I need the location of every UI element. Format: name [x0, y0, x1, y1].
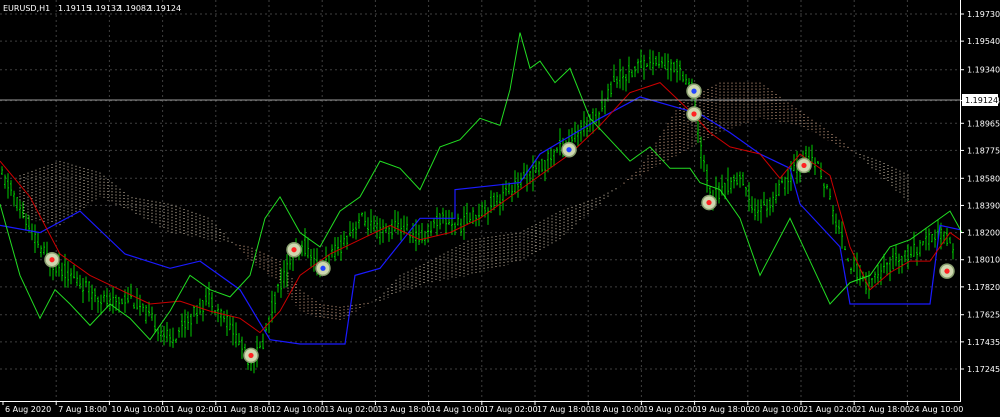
y-tick-label: 1.18010 — [967, 256, 1000, 265]
x-tick-label: 11 Aug 02:00 — [165, 405, 219, 414]
y-tick-label: 1.19340 — [967, 66, 1000, 75]
y-tick-label: 1.18390 — [967, 201, 1000, 210]
sell-signal-dot — [944, 268, 950, 274]
close-value: 1.19124 — [148, 4, 181, 13]
buy-signal-dot — [320, 265, 326, 271]
header-quote: EURUSD,H1 1.19115 1.19132 1.19082 1.1912… — [3, 4, 181, 13]
x-tick-label: 19 Aug 18:00 — [697, 405, 751, 414]
x-tick-label: 13 Aug 02:00 — [324, 405, 378, 414]
x-tick-label: 7 Aug 18:00 — [58, 405, 107, 414]
sell-signal-dot — [691, 111, 697, 117]
y-tick-label: 1.18200 — [967, 229, 1000, 238]
y-tick-label: 1.18580 — [967, 174, 1000, 183]
low-value: 1.19082 — [118, 4, 151, 13]
sell-signal-dot — [291, 247, 297, 253]
y-tick-label: 1.18775 — [967, 146, 1000, 155]
y-tick-label: 1.17245 — [967, 365, 1000, 374]
y-tick-label: 1.17820 — [967, 283, 1000, 292]
x-tick-label: 10 Aug 10:00 — [111, 405, 165, 414]
x-tick-label: 12 Aug 10:00 — [271, 405, 325, 414]
high-value: 1.19132 — [88, 4, 121, 13]
sell-signal-dot — [801, 162, 807, 169]
x-tick-label: 17 Aug 18:00 — [537, 405, 591, 414]
sell-signal-dot — [706, 199, 712, 206]
x-tick-label: 13 Aug 18:00 — [377, 405, 431, 414]
x-tick-label: 21 Aug 18:00 — [856, 405, 910, 414]
y-tick-label: 1.18965 — [967, 119, 1000, 128]
sell-signal-dot — [49, 257, 55, 263]
y-tick-label: 1.19540 — [967, 37, 1000, 46]
sell-signal-dot — [248, 352, 254, 359]
x-tick-label: 24 Aug 10:00 — [909, 405, 963, 414]
symbol-label: EURUSD,H1 — [3, 4, 50, 13]
x-tick-label: 20 Aug 10:00 — [750, 405, 804, 414]
y-tick-label: 1.17435 — [967, 338, 1000, 347]
buy-signal-dot — [566, 147, 572, 153]
price-chart[interactable]: EURUSD,H1 1.19115 1.19132 1.19082 1.1912… — [0, 0, 1000, 417]
x-tick-label: 6 Aug 2020 — [5, 405, 51, 414]
buy-signal-dot — [691, 88, 697, 94]
x-tick-label: 19 Aug 02:00 — [643, 405, 697, 414]
x-tick-label: 11 Aug 18:00 — [218, 405, 272, 414]
x-tick-label: 18 Aug 10:00 — [590, 405, 644, 414]
x-tick-label: 14 Aug 10:00 — [431, 405, 485, 414]
current-price-label: 1.19124 — [965, 96, 998, 105]
current-price-marker: 1.19124 — [962, 94, 998, 106]
x-tick-label: 17 Aug 02:00 — [484, 405, 538, 414]
open-value: 1.19115 — [58, 4, 91, 13]
x-tick-label: 21 Aug 02:00 — [803, 405, 857, 414]
y-tick-label: 1.17625 — [967, 311, 1000, 320]
y-tick-label: 1.19730 — [967, 10, 1000, 19]
